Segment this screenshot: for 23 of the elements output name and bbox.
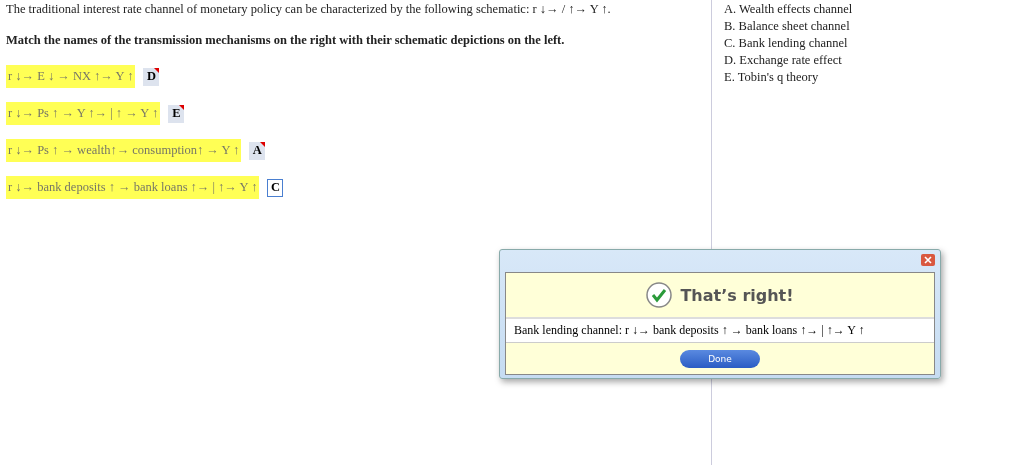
dialog-title: That’s right! [680, 285, 794, 305]
flag-icon [260, 141, 266, 147]
option-text: A. Wealth effects channel [724, 2, 853, 17]
schematic-text: r ↓→ Ps ↑ → Y ↑→ | ↑ → Y ↑ [6, 102, 161, 125]
dialog-message: Bank lending channel: r ↓→ bank deposits ↑ → bank loans ↑→ | ↑→ Y ↑ [506, 317, 934, 343]
instruction-text: Match the names of the transmission mechanisms on the right with their schematic depictions on the left. [6, 33, 566, 48]
flag-icon [154, 67, 160, 73]
schematic-text: r ↓→ bank deposits ↑ → bank loans ↑→ | ↑→ Y ↑ [6, 176, 260, 199]
option-text: D. Exchange rate effect [724, 53, 843, 68]
answer-box[interactable]: C [267, 178, 284, 197]
schematic-text: r ↓→ E ↓ → NX ↑→ Y ↑ [6, 65, 136, 88]
intro-text: The traditional interest rate channel of monetary policy can be characterized by the following schematic: r ↓→ / ↑→ Y ↑. [6, 2, 612, 17]
answer-box[interactable]: D [143, 67, 160, 86]
option-text: E. Tobin's q theory [724, 70, 820, 85]
option-text: C. Bank lending channel [724, 36, 849, 51]
answer-box[interactable]: E [168, 104, 185, 123]
option-text: B. Balance sheet channel [724, 19, 851, 34]
answer-box[interactable]: A [249, 141, 266, 160]
schematic-text: r ↓→ Ps ↑ → wealth↑→ consumption↑ → Y ↑ [6, 139, 242, 162]
check-icon [646, 282, 673, 308]
close-icon[interactable] [921, 254, 935, 266]
done-button[interactable]: Done [680, 349, 760, 368]
flag-icon [179, 104, 185, 110]
